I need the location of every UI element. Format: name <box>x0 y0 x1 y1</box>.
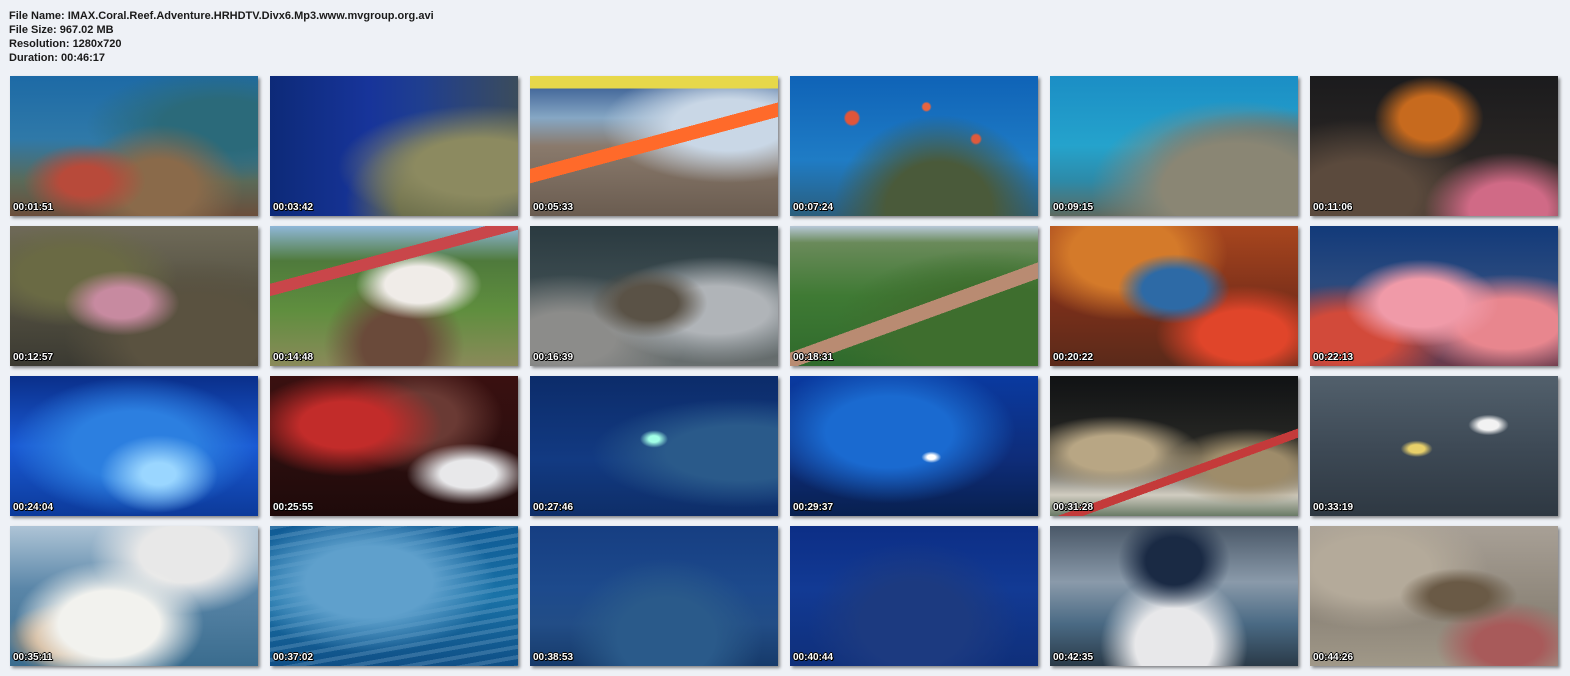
frame-image <box>1050 76 1298 216</box>
file-name-row: File Name: IMAX.Coral.Reef.Adventure.HRH… <box>9 9 434 23</box>
frame-image <box>530 226 778 366</box>
thumbnail[interactable]: 00:22:13 <box>1310 226 1558 366</box>
timestamp: 00:18:31 <box>793 352 834 363</box>
frame-image <box>270 376 518 516</box>
frame-image <box>790 526 1038 666</box>
file-name-label: File Name: <box>9 10 65 22</box>
thumbnail[interactable]: 00:11:06 <box>1310 76 1558 216</box>
frame-image <box>1310 376 1558 516</box>
timestamp: 00:22:13 <box>1313 352 1354 363</box>
thumbnail[interactable]: 00:37:02 <box>270 526 518 666</box>
timestamp: 00:03:42 <box>273 202 314 213</box>
thumbnail[interactable]: 00:01:51 <box>10 76 258 216</box>
thumbnail[interactable]: 00:20:22 <box>1050 226 1298 366</box>
thumbnail[interactable]: 00:03:42 <box>270 76 518 216</box>
frame-image <box>790 376 1038 516</box>
timestamp: 00:29:37 <box>793 502 834 513</box>
thumbnail[interactable]: 00:27:46 <box>530 376 778 516</box>
timestamp: 00:05:33 <box>533 202 574 213</box>
thumbnail[interactable]: 00:18:31 <box>790 226 1038 366</box>
thumbnail[interactable]: 00:40:44 <box>790 526 1038 666</box>
thumbnail-grid: 00:01:51 00:03:42 00:05:33 00:07:24 00:0… <box>10 76 1560 666</box>
timestamp: 00:27:46 <box>533 502 574 513</box>
timestamp: 00:40:44 <box>793 652 834 663</box>
file-name-value: IMAX.Coral.Reef.Adventure.HRHDTV.Divx6.M… <box>67 10 434 22</box>
frame-image <box>530 76 778 216</box>
thumbnail[interactable]: 00:14:48 <box>270 226 518 366</box>
frame-image <box>1050 526 1298 666</box>
thumbnail[interactable]: 00:38:53 <box>530 526 778 666</box>
timestamp: 00:33:19 <box>1313 502 1354 513</box>
timestamp: 00:37:02 <box>273 652 314 663</box>
resolution-value: 1280x720 <box>72 38 122 50</box>
resolution-row: Resolution: 1280x720 <box>9 37 434 51</box>
timestamp: 00:44:26 <box>1313 652 1354 663</box>
timestamp: 00:31:28 <box>1053 502 1094 513</box>
thumbnail[interactable]: 00:12:57 <box>10 226 258 366</box>
thumbnail[interactable]: 00:31:28 <box>1050 376 1298 516</box>
timestamp: 00:38:53 <box>533 652 574 663</box>
thumbnail[interactable]: 00:35:11 <box>10 526 258 666</box>
duration-label: Duration: <box>9 52 58 64</box>
timestamp: 00:42:35 <box>1053 652 1094 663</box>
thumbnail[interactable]: 00:33:19 <box>1310 376 1558 516</box>
duration-value: 00:46:17 <box>60 52 105 64</box>
thumbnail[interactable]: 00:42:35 <box>1050 526 1298 666</box>
thumbnail[interactable]: 00:24:04 <box>10 376 258 516</box>
timestamp: 00:11:06 <box>1313 202 1353 213</box>
resolution-label: Resolution: <box>9 38 70 50</box>
frame-image <box>10 376 258 516</box>
file-size-row: File Size: 967.02 MB <box>9 23 434 37</box>
file-info: File Name: IMAX.Coral.Reef.Adventure.HRH… <box>9 9 434 65</box>
frame-image <box>1050 376 1298 516</box>
thumbnail[interactable]: 00:07:24 <box>790 76 1038 216</box>
thumbnail[interactable]: 00:05:33 <box>530 76 778 216</box>
frame-image <box>10 76 258 216</box>
timestamp: 00:24:04 <box>13 502 54 513</box>
frame-image <box>1050 226 1298 366</box>
timestamp: 00:09:15 <box>1053 202 1094 213</box>
frame-image <box>790 226 1038 366</box>
frame-image <box>1310 226 1558 366</box>
duration-row: Duration: 00:46:17 <box>9 51 434 65</box>
thumbnail[interactable]: 00:09:15 <box>1050 76 1298 216</box>
frame-image <box>270 76 518 216</box>
frame-image <box>270 226 518 366</box>
frame-image <box>530 526 778 666</box>
frame-image <box>790 76 1038 216</box>
timestamp: 00:35:11 <box>13 652 53 663</box>
timestamp: 00:20:22 <box>1053 352 1094 363</box>
frame-image <box>1310 526 1558 666</box>
timestamp: 00:14:48 <box>273 352 314 363</box>
file-size-label: File Size: <box>9 24 57 36</box>
frame-image <box>10 226 258 366</box>
timestamp: 00:25:55 <box>273 502 314 513</box>
thumbnail[interactable]: 00:16:39 <box>530 226 778 366</box>
timestamp: 00:07:24 <box>793 202 834 213</box>
timestamp: 00:16:39 <box>533 352 574 363</box>
thumbnail[interactable]: 00:25:55 <box>270 376 518 516</box>
file-size-value: 967.02 MB <box>59 24 114 36</box>
frame-image <box>1310 76 1558 216</box>
frame-image <box>10 526 258 666</box>
timestamp: 00:01:51 <box>13 202 54 213</box>
frame-image <box>530 376 778 516</box>
thumbnail[interactable]: 00:29:37 <box>790 376 1038 516</box>
thumbnail[interactable]: 00:44:26 <box>1310 526 1558 666</box>
timestamp: 00:12:57 <box>13 352 54 363</box>
frame-image <box>270 526 518 666</box>
